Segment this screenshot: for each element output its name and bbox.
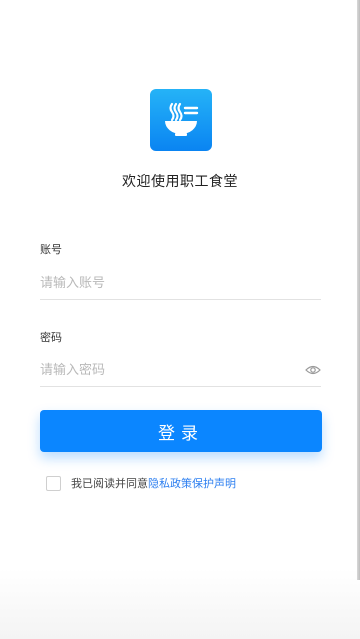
app-logo (150, 89, 212, 151)
agreement-text: 我已阅读并同意 (71, 477, 148, 490)
privacy-policy-link[interactable]: 隐私政策保护声明 (148, 475, 236, 491)
password-field-container (40, 356, 321, 387)
agreement-checkbox[interactable] (46, 475, 61, 491)
bottom-fade (0, 569, 360, 639)
agreement-row: 我已阅读并同意 隐私政策保护声明 (46, 475, 236, 491)
account-label: 账号 (40, 243, 62, 256)
password-input[interactable] (40, 356, 300, 384)
noodle-bowl-icon (165, 102, 199, 136)
account-field-container (40, 269, 321, 300)
password-label: 密码 (40, 331, 62, 344)
account-input[interactable] (40, 269, 300, 297)
login-screen: 欢迎使用职工食堂 账号 密码 登录 我已阅读并同意隐私政策保护声明 (0, 0, 360, 639)
eye-icon[interactable] (305, 363, 321, 377)
app-title: 欢迎使用职工食堂 (122, 174, 238, 190)
login-button[interactable]: 登录 (40, 410, 322, 452)
